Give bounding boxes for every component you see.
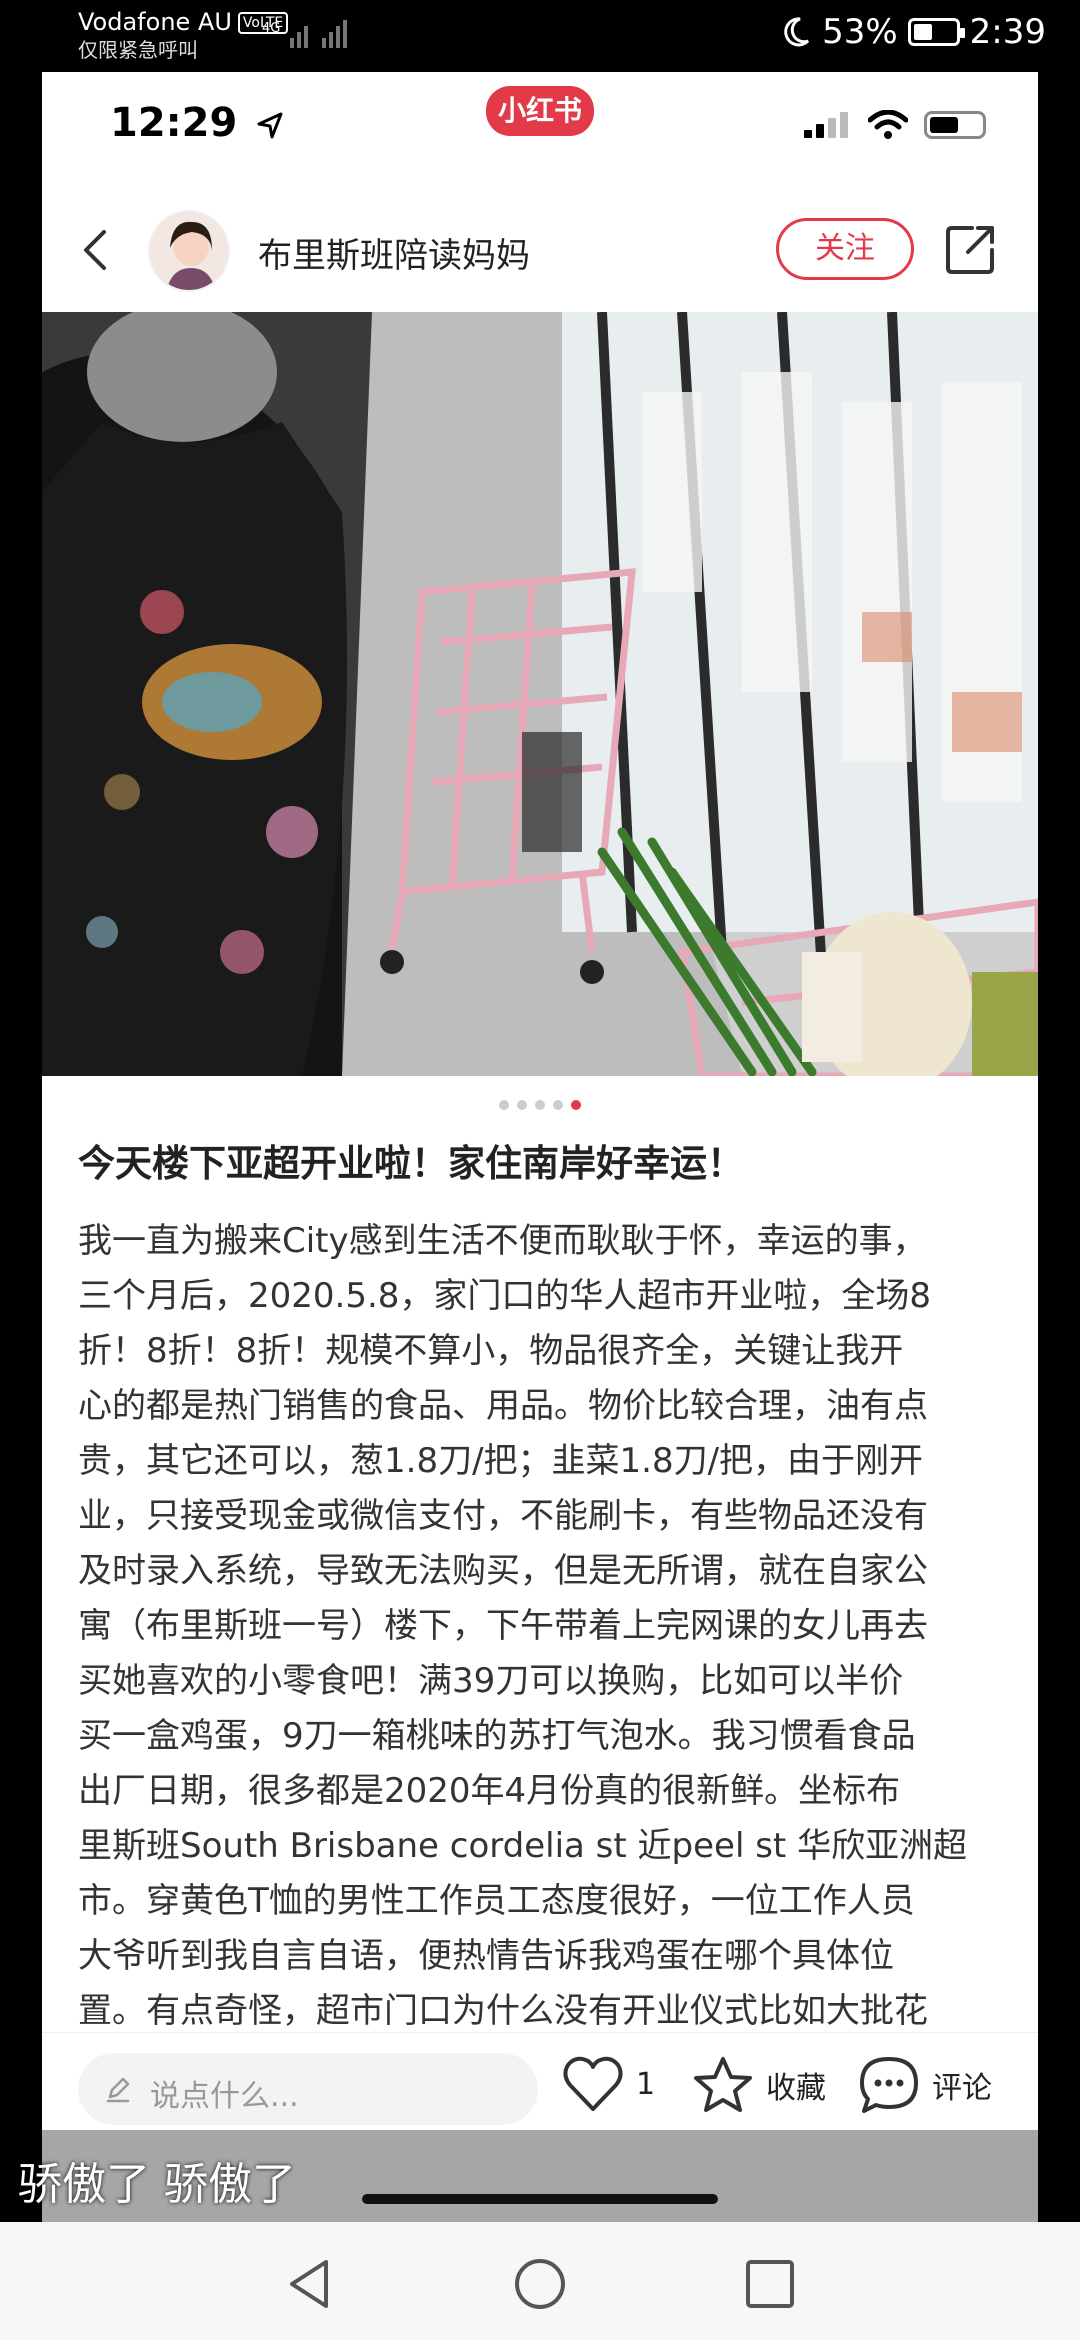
ios-battery-icon: [924, 111, 986, 139]
nav-back-icon[interactable]: [282, 2256, 338, 2312]
supermarket-photo: [42, 312, 1038, 1076]
pencil-icon: [106, 2077, 130, 2103]
embedded-screenshot: 12:29 小红书 布里斯班陪读妈妈 关注 今天楼下亚超开业啦！家住南岸好幸运！…: [42, 72, 1038, 2222]
carousel-indicator: [42, 1100, 1038, 1110]
location-arrow-icon: [257, 112, 283, 139]
like-button[interactable]: 1: [562, 2055, 655, 2113]
carousel-dot[interactable]: [499, 1100, 509, 1110]
post-header: 布里斯班陪读妈妈 关注: [42, 184, 1038, 314]
comment-label: 评论: [932, 2071, 992, 2106]
network-type-label: 4G: [262, 21, 280, 36]
carousel-dot[interactable]: [517, 1100, 527, 1110]
post-photo[interactable]: [42, 312, 1038, 1076]
signal-icon: 4G: [262, 20, 347, 48]
clock: 2:39: [969, 12, 1046, 52]
carousel-dot[interactable]: [553, 1100, 563, 1110]
carousel-dot[interactable]: [535, 1100, 545, 1110]
carrier-name: Vodafone AU VoLTE: [78, 8, 289, 36]
comment-placeholder: 说点什么...: [150, 2079, 299, 2114]
carrier-label: Vodafone AU: [78, 8, 232, 36]
status-right-cluster: 53% 2:39: [778, 12, 1046, 52]
like-count: 1: [636, 2066, 656, 2102]
ios-clock-label: 12:29: [110, 100, 238, 146]
engagement-bar: 说点什么... 1 收藏 评论: [42, 2032, 1038, 2144]
collect-button[interactable]: 收藏: [692, 2055, 826, 2115]
post-title: 今天楼下亚超开业啦！家住南岸好幸运！: [78, 1142, 744, 1185]
nav-home-icon[interactable]: [512, 2256, 568, 2312]
battery-percent: 53%: [822, 12, 898, 52]
comment-input[interactable]: 说点什么...: [78, 2053, 538, 2125]
back-arrow-icon[interactable]: [70, 222, 126, 278]
author-name[interactable]: 布里斯班陪读妈妈: [258, 228, 530, 277]
android-status-bar: Vodafone AU VoLTE 仅限紧急呼叫 4G 53% 2:39: [0, 0, 1080, 72]
nav-recents-icon[interactable]: [742, 2256, 798, 2312]
xiaohongshu-logo: 小红书: [486, 86, 594, 136]
battery-icon: [907, 18, 965, 46]
ios-clock: 12:29: [110, 100, 285, 146]
home-indicator[interactable]: [362, 2194, 718, 2204]
moon-icon: [784, 17, 810, 47]
video-subtitle: 骄傲了 骄傲了: [18, 2159, 296, 2210]
ios-status-right: [804, 110, 986, 140]
author-avatar[interactable]: [148, 210, 230, 292]
cell-signal-icon: [804, 112, 848, 138]
share-icon[interactable]: [944, 222, 998, 276]
comment-button[interactable]: 评论: [858, 2055, 992, 2115]
speech-bubble-icon: [860, 2057, 918, 2113]
star-icon: [694, 2057, 752, 2112]
android-nav-bar: [0, 2222, 1080, 2340]
carousel-dot-active[interactable]: [571, 1100, 581, 1110]
phone-screen: Vodafone AU VoLTE 仅限紧急呼叫 4G 53% 2:39 12:2…: [0, 0, 1080, 2340]
wifi-icon: [868, 110, 908, 139]
avatar-image: [150, 212, 228, 290]
collect-label: 收藏: [766, 2071, 826, 2106]
heart-icon: [563, 2056, 623, 2111]
post-body: 我一直为搬来City感到生活不便而耿耿于怀，幸运的事， 三个月后，2020.5.…: [78, 1221, 968, 2031]
follow-button[interactable]: 关注: [776, 218, 914, 280]
ios-status-bar: 12:29 小红书: [42, 72, 1038, 184]
emergency-only-label: 仅限紧急呼叫: [78, 38, 198, 62]
